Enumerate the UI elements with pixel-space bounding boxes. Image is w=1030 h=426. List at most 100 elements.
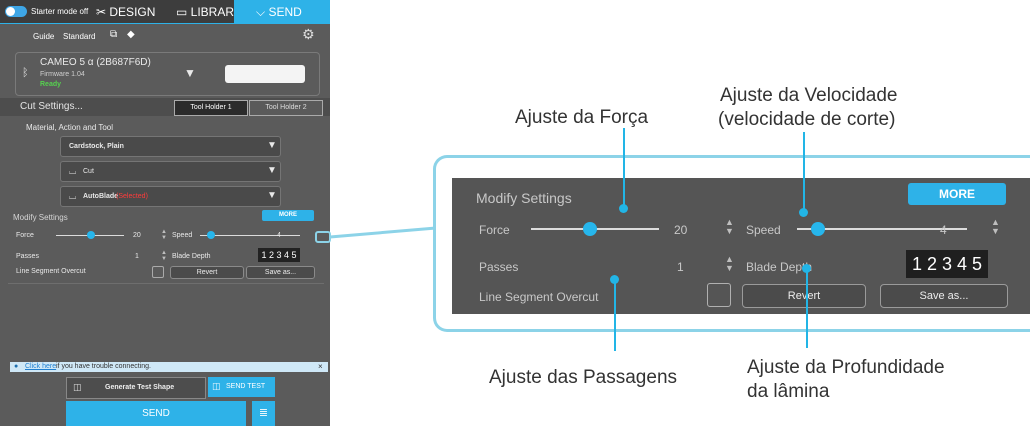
tool-dropdown[interactable]: ⌴ AutoBlade (Selected) ▼	[60, 186, 281, 207]
divider	[8, 283, 324, 284]
zoom-force-handle[interactable]	[583, 222, 597, 236]
blade-depth-dial[interactable]: 1 2 3 4 5	[258, 248, 300, 262]
depth-callout-line2: da lâmina	[747, 381, 830, 402]
guide-toggle[interactable]: Guide	[33, 32, 54, 41]
blade-depth-label: Blade Depth	[172, 253, 211, 260]
material-section-label: Material, Action and Tool	[26, 123, 114, 132]
speed-label: Speed	[172, 232, 193, 239]
send-button[interactable]: SEND	[66, 401, 246, 426]
test-shape-icon: ◫	[212, 381, 221, 391]
trouble-text: if you have trouble connecting.	[56, 363, 151, 370]
modify-settings-title: Modify Settings	[13, 213, 68, 222]
zoom-passes-value: 1	[677, 260, 684, 274]
revert-button[interactable]: Revert	[170, 266, 244, 279]
cutter-image	[225, 65, 305, 83]
speed-slider-track[interactable]	[200, 235, 300, 236]
zoom-speed-stepper[interactable]: ▲ ▼	[991, 218, 1000, 236]
passes-value: 1	[135, 253, 139, 260]
modify-settings-zoom: Modify Settings MORE Force 20 ▲ ▼ Speed 4…	[452, 178, 1030, 314]
speed-value: 4	[277, 232, 281, 239]
save-as-button[interactable]: Save as...	[246, 266, 315, 279]
tab-tool-holder-1[interactable]: Tool Holder 1	[174, 100, 248, 116]
force-stepper[interactable]: ▲ ▼	[161, 229, 167, 241]
generate-test-shape-button[interactable]: ◫ Generate Test Shape	[66, 377, 206, 399]
tool-value: AutoBlade	[83, 193, 118, 200]
tab-tool-holder-2[interactable]: Tool Holder 2	[249, 100, 323, 116]
tab-underline	[0, 23, 330, 24]
zoom-speed-label: Speed	[746, 223, 781, 237]
force-slider-handle[interactable]	[87, 231, 95, 239]
chevron-down-icon[interactable]: ▼	[184, 66, 196, 80]
zoom-more-button[interactable]: MORE	[908, 183, 1006, 205]
passes-pointer-dot	[610, 275, 619, 284]
group-icon[interactable]: ⧉	[110, 29, 117, 40]
action-dropdown[interactable]: ⌴ Cut ▼	[60, 161, 281, 182]
more-button[interactable]: MORE	[262, 210, 314, 221]
material-dropdown[interactable]: Cardstock, Plain ▼	[60, 136, 281, 157]
top-bar: Starter mode off ✂ DESIGN ▭ LIBRARY ⌵ SE…	[0, 0, 330, 23]
tool-note: (Selected)	[116, 193, 148, 200]
connection-banner: ● Click here if you have trouble connect…	[10, 362, 328, 372]
zoom-blade-digits: 1 2 3 4 5	[911, 254, 983, 274]
bluetooth-icon: ᛒ	[22, 67, 29, 79]
line-segment-label: Line Segment Overcut	[16, 268, 86, 275]
chevron-down-icon: ▼	[267, 165, 277, 176]
zoom-line-segment-label: Line Segment Overcut	[479, 290, 599, 304]
zoom-connector	[315, 226, 437, 243]
library-tab[interactable]: ▭ LIBRARY	[176, 5, 242, 19]
cut-icon: ⌴	[69, 166, 77, 176]
send-test-label: SEND TEST	[226, 383, 266, 390]
generate-test-shape-label: Generate Test Shape	[105, 384, 175, 391]
standard-toggle[interactable]: Standard	[63, 32, 95, 41]
send-tab[interactable]: ⌵ SEND	[234, 0, 330, 23]
force-value: 20	[133, 232, 141, 239]
starter-mode-toggle[interactable]	[5, 6, 27, 17]
line-segment-checkbox[interactable]	[152, 266, 164, 278]
zoom-blade-dial[interactable]: 1 2 3 4 5	[906, 250, 988, 278]
device-name: CAMEO 5 α (2B687F6D)	[40, 57, 151, 68]
depth-callout-line1: Ajuste da Profundidade	[747, 357, 945, 378]
material-value: Cardstock, Plain	[69, 143, 124, 150]
cut-settings-title: Cut Settings...	[20, 101, 83, 112]
device-selector[interactable]: ᛒ CAMEO 5 α (2B687F6D) Firmware 1.04 Rea…	[15, 52, 320, 96]
zoom-force-value: 20	[674, 223, 688, 237]
chevron-down-icon: ▼	[267, 190, 277, 201]
test-shape-icon: ◫	[73, 382, 82, 392]
blade-icon: ⌴	[69, 191, 77, 201]
zoom-modify-title: Modify Settings	[476, 190, 572, 206]
passes-stepper[interactable]: ▲ ▼	[161, 250, 167, 262]
speed-slider-handle[interactable]	[207, 231, 215, 239]
force-pointer	[623, 128, 625, 206]
zoom-speed-value: 4	[940, 223, 947, 237]
starter-mode-label: Starter mode off	[31, 7, 89, 16]
send-tab-label: ⌵ SEND	[256, 5, 302, 19]
zoom-force-label: Force	[479, 223, 510, 237]
design-tab[interactable]: ✂ DESIGN	[96, 5, 155, 19]
layers-icon[interactable]: ◆	[127, 29, 135, 40]
passes-pointer	[614, 279, 616, 351]
chevron-down-icon: ▼	[267, 140, 277, 151]
force-pointer-dot	[619, 204, 628, 213]
zoom-speed-handle[interactable]	[811, 222, 825, 236]
send-test-button[interactable]: ◫ SEND TEST	[208, 377, 275, 397]
zoom-passes-label: Passes	[479, 260, 519, 274]
force-callout: Ajuste da Força	[515, 107, 649, 128]
list-icon[interactable]: ≣	[252, 401, 275, 426]
speed-callout-line1: Ajuste da Velocidade	[720, 85, 898, 106]
firmware-version: Firmware 1.04	[40, 71, 85, 78]
zoom-force-stepper[interactable]: ▲ ▼	[725, 218, 734, 236]
blade-depth-digits: 1 2 3 4 5	[261, 250, 297, 260]
gear-icon[interactable]: ⚙	[302, 26, 315, 43]
zoom-passes-stepper[interactable]: ▲ ▼	[725, 255, 734, 273]
zoom-line-segment-checkbox[interactable]	[707, 283, 731, 307]
zoom-revert-button[interactable]: Revert	[742, 284, 866, 308]
force-label: Force	[16, 232, 34, 239]
speed-callout-line2: (velocidade de corte)	[718, 109, 896, 130]
depth-pointer	[806, 268, 808, 348]
click-here-link[interactable]: Click here	[25, 363, 56, 370]
info-icon: ●	[14, 363, 19, 370]
close-icon[interactable]: ×	[318, 362, 323, 371]
speed-pointer	[803, 132, 805, 210]
zoom-save-as-button[interactable]: Save as...	[880, 284, 1008, 308]
send-tab-text: SEND	[268, 5, 302, 19]
